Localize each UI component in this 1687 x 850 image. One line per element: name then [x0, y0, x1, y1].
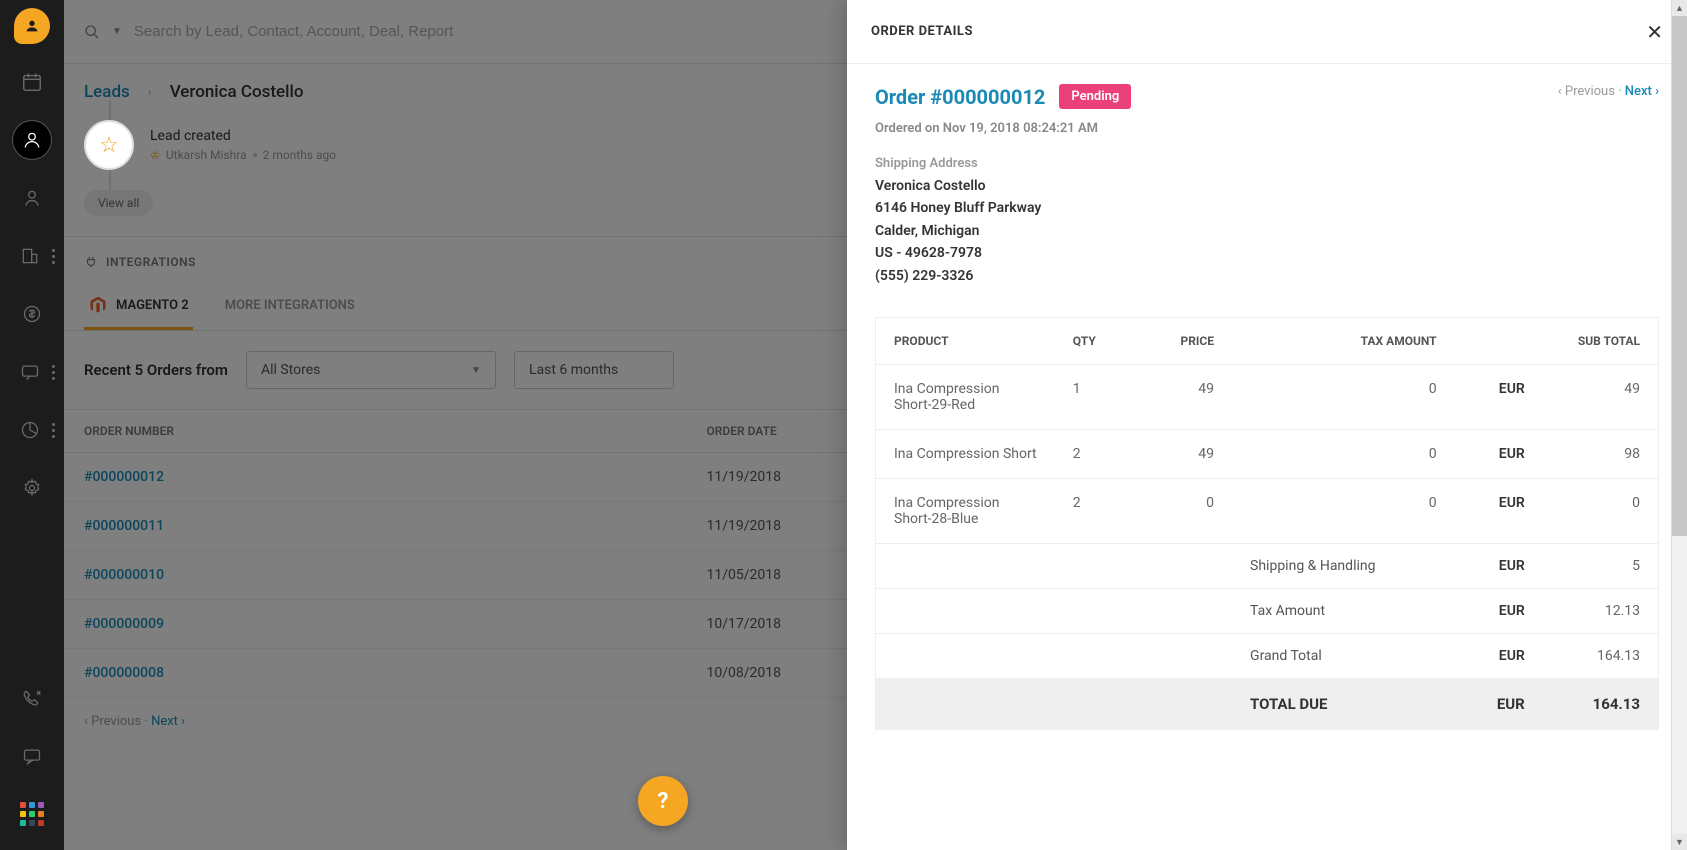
ordered-on: Ordered on Nov 19, 2018 08:24:21 AM	[875, 121, 1659, 136]
phone-off-icon	[22, 688, 42, 708]
order-nav: ‹ Previous · Next ›	[1558, 84, 1659, 99]
col-qty: QTY	[1055, 317, 1136, 364]
drawer-title: ORDER DETAILS	[871, 24, 973, 39]
item-row: Ina Compression Short 2 49 0 EUR 98	[876, 429, 1659, 478]
apps-grid-icon	[20, 802, 44, 826]
ship-zip: US - 49628-7978	[875, 242, 1659, 264]
help-fab[interactable]: ?	[638, 776, 688, 826]
total-due-row: TOTAL DUE EUR 164.13	[876, 678, 1659, 729]
item-row: Ina Compression Short-29-Red 1 49 0 EUR …	[876, 364, 1659, 429]
ship-name: Veronica Costello	[875, 175, 1659, 197]
more-dots-3[interactable]	[52, 423, 55, 438]
person-icon	[22, 130, 42, 150]
nav-calendar[interactable]	[12, 62, 52, 102]
building-icon	[20, 246, 40, 266]
summary-shipping: Shipping & Handling EUR 5	[876, 543, 1659, 588]
summary-grand: Grand Total EUR 164.13	[876, 633, 1659, 678]
ship-phone: (555) 229-3326	[875, 265, 1659, 287]
message-icon	[22, 746, 42, 766]
nav-reports[interactable]	[10, 410, 50, 450]
status-badge: Pending	[1059, 84, 1131, 109]
close-icon[interactable]: ✕	[1646, 20, 1663, 44]
dollar-icon	[22, 304, 42, 324]
scrollbar[interactable]: ▲ ▼	[1671, 0, 1687, 850]
nav-accounts[interactable]	[12, 178, 52, 218]
col-tax: TAX AMOUNT	[1232, 317, 1455, 364]
nav-phone[interactable]	[12, 678, 52, 718]
summary-tax: Tax Amount EUR 12.13	[876, 588, 1659, 633]
items-table: PRODUCT QTY PRICE TAX AMOUNT SUB TOTAL I…	[875, 317, 1659, 730]
scroll-thumb[interactable]	[1672, 16, 1687, 536]
order-details-drawer: ORDER DETAILS ✕ Order #000000012 Pending…	[847, 0, 1687, 850]
more-dots-2[interactable]	[52, 365, 55, 380]
nav-company[interactable]	[10, 236, 50, 276]
order-next[interactable]: Next ›	[1625, 84, 1659, 99]
col-price: PRICE	[1136, 317, 1232, 364]
left-sidebar	[0, 0, 64, 850]
order-number: Order #000000012	[875, 85, 1045, 109]
nav-conversations[interactable]	[10, 352, 50, 392]
nav-settings[interactable]	[12, 468, 52, 508]
col-product: PRODUCT	[876, 317, 1055, 364]
scroll-down-icon[interactable]: ▼	[1672, 834, 1687, 850]
calendar-icon	[21, 71, 43, 93]
item-row: Ina Compression Short-28-Blue 2 0 0 EUR …	[876, 478, 1659, 543]
star-icon: ☆	[84, 120, 134, 170]
ship-city: Calder, Michigan	[875, 220, 1659, 242]
gear-icon	[22, 478, 42, 498]
col-subtotal: SUB TOTAL	[1455, 317, 1659, 364]
nav-deals[interactable]	[12, 294, 52, 334]
app-logo[interactable]	[14, 8, 50, 44]
nav-inbox[interactable]	[12, 736, 52, 776]
order-prev[interactable]: ‹ Previous	[1558, 84, 1615, 99]
shipping-label: Shipping Address	[875, 156, 1659, 171]
ship-street: 6146 Honey Bluff Parkway	[875, 197, 1659, 219]
chat-icon	[20, 362, 40, 382]
nav-contacts[interactable]	[12, 120, 52, 160]
scroll-up-icon[interactable]: ▲	[1672, 0, 1687, 16]
pie-icon	[20, 420, 40, 440]
user-icon	[22, 188, 42, 208]
more-dots[interactable]	[52, 249, 55, 264]
nav-apps[interactable]	[12, 794, 52, 834]
